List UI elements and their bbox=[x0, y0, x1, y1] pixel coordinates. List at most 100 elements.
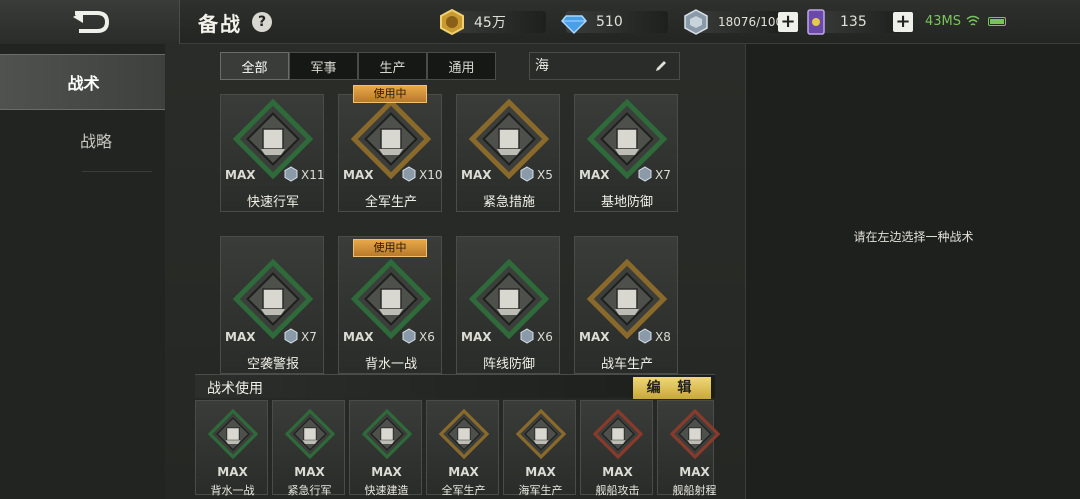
search-input[interactable]: 海 bbox=[529, 52, 680, 80]
tactic-slot[interactable]: MAX 快速建造 bbox=[349, 400, 422, 497]
slot-emblem-icon bbox=[438, 408, 490, 460]
back-button[interactable] bbox=[0, 0, 180, 44]
add-card-button[interactable]: + bbox=[893, 12, 913, 32]
ping-text: 43MS bbox=[925, 14, 962, 29]
tactic-slot[interactable]: MAX 舰船攻击 bbox=[580, 400, 653, 497]
help-icon[interactable]: ? bbox=[252, 12, 272, 32]
tactic-slot[interactable]: MAX 紧急行军 bbox=[272, 400, 345, 497]
tactic-card[interactable]: MAX X7 空袭警报 bbox=[220, 236, 324, 374]
top-bar: 备战 ? 45万 510 18076/100 + 135 + 43MS bbox=[0, 0, 1080, 44]
max-label: MAX bbox=[679, 465, 710, 479]
usage-title: 战术使用 bbox=[207, 381, 263, 397]
detail-panel: 请在左边选择一种战术 bbox=[745, 44, 1080, 499]
in-use-badge: 使用中 bbox=[353, 239, 427, 257]
tactic-card[interactable]: MAX X11 快速行军 bbox=[220, 94, 325, 212]
gold-display: 45万 bbox=[440, 8, 546, 36]
level-count: X6 bbox=[419, 330, 435, 344]
max-label: MAX bbox=[371, 465, 402, 479]
nav-divider bbox=[82, 171, 152, 172]
crystal-icon bbox=[284, 328, 298, 344]
tactic-card[interactable]: MAX X6 背水一战 使用中 bbox=[338, 236, 442, 374]
max-label: MAX bbox=[602, 465, 633, 479]
gold-coin-icon bbox=[440, 8, 464, 36]
level-count: X7 bbox=[301, 330, 317, 344]
slot-name: 背水一战 bbox=[210, 484, 255, 497]
tactic-name: 紧急措施 bbox=[482, 195, 535, 210]
tactic-name: 背水一战 bbox=[364, 357, 417, 372]
max-label: MAX bbox=[294, 465, 325, 479]
tactic-card[interactable]: MAX X6 阵线防御 bbox=[456, 236, 560, 374]
tab-military[interactable]: 军事 bbox=[289, 52, 358, 80]
crystal-icon bbox=[684, 9, 708, 35]
crystal-display: 18076/100 bbox=[684, 9, 784, 35]
slot-name: 快速建造 bbox=[364, 484, 409, 497]
max-label: MAX bbox=[225, 168, 256, 182]
left-nav: 战术 战略 bbox=[0, 44, 168, 499]
tactic-card[interactable]: MAX X8 战车生产 bbox=[574, 236, 678, 374]
tactics-panel: 全部 军事 生产 通用 海 MAX X11 快速行军 MAX X10 全军生产使 bbox=[165, 44, 745, 499]
crystal-icon bbox=[638, 328, 652, 344]
tactic-slot[interactable]: MAX 全军生产 bbox=[426, 400, 499, 497]
edit-button[interactable]: 编 辑 bbox=[633, 377, 711, 399]
slot-name: 舰船攻击 bbox=[595, 484, 640, 497]
tab-production[interactable]: 生产 bbox=[358, 52, 427, 80]
diamond-display: 510 bbox=[560, 11, 668, 35]
wifi-icon bbox=[966, 15, 980, 26]
tactic-emblem-icon bbox=[350, 258, 432, 340]
max-label: MAX bbox=[461, 330, 492, 344]
tactic-slot[interactable]: MAX 背水一战 bbox=[195, 400, 268, 497]
level-count: X11 bbox=[301, 168, 325, 182]
tactic-emblem-icon bbox=[232, 258, 314, 340]
card-icon bbox=[807, 9, 825, 35]
max-label: MAX bbox=[579, 330, 610, 344]
tactic-emblem-icon bbox=[468, 98, 550, 180]
max-label: MAX bbox=[461, 168, 492, 182]
tactic-slot[interactable]: MAX 舰船射程 bbox=[657, 400, 721, 497]
slot-name: 舰船射程 bbox=[672, 484, 717, 497]
pencil-icon[interactable] bbox=[653, 58, 669, 74]
slot-emblem-icon bbox=[207, 408, 259, 460]
crystal-icon bbox=[520, 166, 534, 182]
level-count: X7 bbox=[655, 168, 671, 182]
tactic-name: 阵线防御 bbox=[482, 357, 535, 372]
slot-name: 海军生产 bbox=[518, 484, 563, 497]
in-use-badge: 使用中 bbox=[353, 85, 427, 103]
tactic-card[interactable]: MAX X5 紧急措施 bbox=[456, 94, 560, 212]
slot-emblem-icon bbox=[515, 408, 567, 460]
tactic-emblem-icon bbox=[350, 98, 432, 180]
tactic-name: 快速行军 bbox=[246, 195, 299, 210]
level-count: X5 bbox=[537, 168, 553, 182]
add-crystal-button[interactable]: + bbox=[778, 12, 798, 32]
slot-name: 全军生产 bbox=[441, 484, 486, 497]
max-label: MAX bbox=[579, 168, 610, 182]
crystal-icon bbox=[284, 166, 298, 182]
max-label: MAX bbox=[343, 330, 374, 344]
crystal-icon bbox=[402, 328, 416, 344]
nav-item-strategy[interactable]: 战略 bbox=[80, 128, 112, 152]
tactic-card[interactable]: MAX X10 全军生产 使用中 bbox=[338, 85, 443, 212]
tactic-name: 战车生产 bbox=[600, 357, 653, 372]
crystal-icon bbox=[638, 166, 652, 182]
slot-emblem-icon bbox=[592, 408, 644, 460]
diamond-icon bbox=[560, 15, 588, 35]
slot-emblem-icon bbox=[361, 408, 413, 460]
tab-all[interactable]: 全部 bbox=[220, 52, 289, 80]
tab-general[interactable]: 通用 bbox=[427, 52, 496, 80]
max-label: MAX bbox=[225, 330, 256, 344]
card-display: 135 bbox=[807, 9, 902, 35]
search-value: 海 bbox=[535, 58, 549, 74]
back-arrow-icon bbox=[72, 11, 109, 33]
slot-emblem-icon bbox=[669, 408, 721, 460]
tactic-name: 全军生产 bbox=[364, 195, 417, 210]
max-label: MAX bbox=[217, 465, 248, 479]
crystal-icon bbox=[520, 328, 534, 344]
tactic-card[interactable]: MAX X7 基地防御 bbox=[574, 94, 678, 212]
tactic-emblem-icon bbox=[586, 258, 668, 340]
tactic-slot[interactable]: MAX 海军生产 bbox=[503, 400, 576, 497]
nav-item-tactics[interactable]: 战术 bbox=[0, 54, 168, 110]
tactic-name: 基地防御 bbox=[600, 195, 653, 210]
level-count: X8 bbox=[655, 330, 671, 344]
level-count: X10 bbox=[419, 168, 443, 182]
max-label: MAX bbox=[525, 465, 556, 479]
slot-emblem-icon bbox=[284, 408, 336, 460]
